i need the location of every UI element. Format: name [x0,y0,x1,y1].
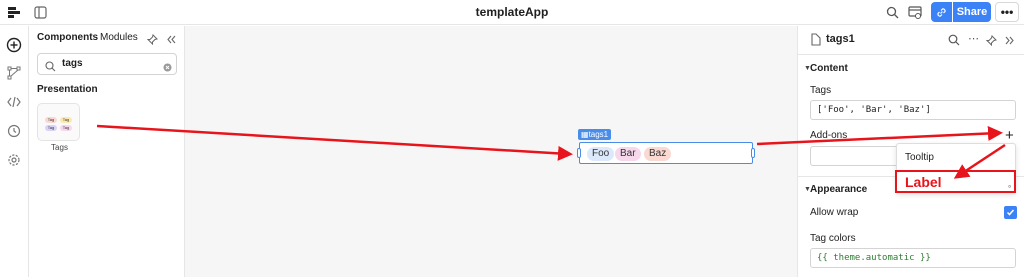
tag-colors-label: Tag colors [810,233,856,244]
resize-handle-right[interactable] [751,148,755,158]
drag-handle-icon: ∘ [1006,182,1012,191]
expand-panel-icon[interactable] [1004,33,1015,51]
app-window: templateApp Share ••• Components Modules… [0,0,1024,277]
more-options-button[interactable]: ••• [995,2,1019,22]
more-icon[interactable]: ⋯ [968,32,979,45]
mini-tag: Tag [60,117,72,123]
tags-component-tile[interactable]: Tag Tag Tag Tag [37,103,80,141]
component-name: tags1 [588,130,609,139]
inspector-title[interactable]: tags1 [826,33,855,45]
tab-modules[interactable]: Modules [100,32,138,43]
left-rail [0,26,29,277]
tags-input[interactable]: ['Foo', 'Bar', 'Baz'] [810,100,1016,120]
menu-item-label-highlight[interactable]: Label ∘ [895,170,1016,193]
component-type-icon [810,33,821,51]
tag-colors-input[interactable]: {{ theme.automatic }} [810,248,1016,268]
tree-icon[interactable] [5,64,23,82]
component-search-input[interactable]: tags [37,53,177,75]
menu-item-tooltip[interactable]: Tooltip [905,152,934,163]
tag-baz: Baz [644,147,672,161]
component-name-badge[interactable]: ▦tags1 [578,129,612,140]
tag-bar: Bar [615,147,641,161]
tab-components[interactable]: Components [37,32,98,43]
code-icon[interactable] [5,93,23,111]
mini-tag: Tag [45,125,57,131]
tags-label: Tags [810,85,832,96]
search-value: tags [62,58,83,69]
app-title: templateApp [475,5,549,19]
mini-tag: Tag [45,117,57,123]
search-icon[interactable] [883,3,901,21]
mini-tag: Tag [60,125,72,131]
resize-handle-left[interactable] [577,148,581,158]
menu-item-label[interactable]: Label [905,174,942,190]
add-component-icon[interactable] [5,36,23,54]
component-icon: ▦ [581,130,589,139]
section-content[interactable]: Content [810,63,848,74]
top-bar: templateApp Share ••• [0,0,1024,25]
allow-wrap-checkbox[interactable] [1004,206,1017,219]
pin-icon[interactable] [985,33,997,51]
components-panel: Components Modules tags Presentation Tag… [29,26,185,277]
settings-gear-icon[interactable] [5,151,23,169]
section-appearance[interactable]: Appearance [810,184,867,195]
share-button[interactable]: Share [953,2,991,22]
search-icon[interactable] [948,33,960,51]
allow-wrap-label: Allow wrap [810,207,859,218]
collapse-panel-icon[interactable] [166,32,177,50]
tag-foo: Foo [587,147,615,161]
search-icon [45,59,56,77]
clear-search-icon[interactable] [163,59,172,77]
preview-icon[interactable] [906,3,924,21]
section-presentation: Presentation [37,84,98,95]
tags-component[interactable]: Foo Bar Baz [577,142,755,164]
pin-icon[interactable] [146,32,158,50]
divider [798,54,1024,55]
addons-label: Add-ons [810,130,848,141]
tile-label: Tags [51,143,68,152]
add-addon-icon[interactable]: + [1005,127,1014,144]
history-icon[interactable] [5,122,23,140]
check-icon [1006,209,1015,216]
link-icon[interactable] [931,2,952,22]
